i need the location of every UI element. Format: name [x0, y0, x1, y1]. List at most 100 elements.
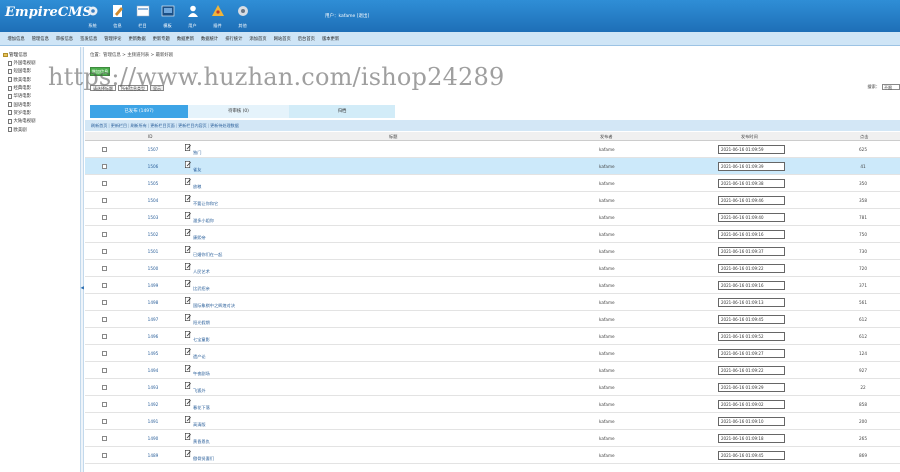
table-row[interactable]: 1489 傲骨贤妻们 kafame 2021-06-16 01:09:45 869: [85, 447, 900, 464]
sidebar-tree-item[interactable]: 欧美电影: [8, 76, 35, 84]
row-id[interactable]: 1499: [145, 277, 161, 294]
table-row[interactable]: 1494 午夜剧场 kafame 2021-06-16 01:09:22 927: [85, 362, 900, 379]
table-row[interactable]: 1503 潘多小姐你 kafame 2021-06-16 01:09:40 781: [85, 209, 900, 226]
row-title-link[interactable]: 七宝童影: [193, 337, 210, 343]
row-title-link[interactable]: 独门: [193, 150, 201, 156]
nav-item[interactable]: 管理信息: [32, 36, 49, 42]
column-author[interactable]: 发布者: [600, 132, 613, 141]
row-title-link[interactable]: 康熙帝: [193, 235, 206, 241]
nav-item[interactable]: 管理评论: [104, 36, 121, 42]
row-time-field[interactable]: 2021-06-16 01:09:46: [718, 196, 785, 205]
row-checkbox[interactable]: [102, 453, 107, 458]
table-row[interactable]: 1493 飞狐外 kafame 2021-06-16 01:09:29 22: [85, 379, 900, 396]
tree-root[interactable]: 管理信息: [3, 52, 27, 58]
row-checkbox[interactable]: [102, 147, 107, 152]
row-time-field[interactable]: 2021-06-16 01:09:22: [718, 366, 785, 375]
row-time-field[interactable]: 2021-06-16 01:09:45: [718, 315, 785, 324]
nav-item[interactable]: 更新数据: [128, 36, 145, 42]
table-row[interactable]: 1504 不要让你和它 kafame 2021-06-16 01:09:46 358: [85, 192, 900, 209]
row-title-link[interactable]: 阳光假期: [193, 320, 210, 326]
row-title-link[interactable]: 雀友: [193, 167, 201, 173]
sidebar-splitter[interactable]: [80, 47, 84, 472]
plugin-button[interactable]: 插件: [205, 2, 230, 30]
sidebar-tree-item[interactable]: 大陆电视剧: [8, 117, 35, 125]
row-id[interactable]: 1505: [145, 175, 161, 192]
row-title-link[interactable]: 黄昏恩仇: [193, 439, 210, 445]
subnav-update-pending[interactable]: 更新待处理数据: [210, 123, 239, 129]
table-row[interactable]: 1490 黄昏恩仇 kafame 2021-06-16 01:09:18 265: [85, 430, 900, 447]
row-id[interactable]: 1494: [145, 362, 161, 379]
row-checkbox[interactable]: [102, 249, 107, 254]
column-time[interactable]: 发布时间: [741, 132, 758, 141]
row-checkbox[interactable]: [102, 385, 107, 390]
table-row[interactable]: 1492 春花下落 kafame 2021-06-16 01:09:02 858: [85, 396, 900, 413]
nav-item[interactable]: 更新专题: [153, 36, 170, 42]
nav-item[interactable]: 增加信息: [8, 36, 25, 42]
sidebar-tree-item[interactable]: 欧美剧: [8, 125, 35, 133]
table-row[interactable]: 1495 遗产论 kafame 2021-06-16 01:09:27 124: [85, 345, 900, 362]
row-time-field[interactable]: 2021-06-16 01:09:18: [718, 434, 785, 443]
column-id[interactable]: ID: [148, 132, 152, 141]
logo[interactable]: EmpireCMS: [5, 6, 92, 30]
row-id[interactable]: 1502: [145, 226, 161, 243]
column-button[interactable]: 栏目: [130, 2, 155, 30]
row-time-field[interactable]: 2021-06-16 01:09:29: [718, 383, 785, 392]
table-row[interactable]: 1491 高清版 kafame 2021-06-16 01:09:10 200: [85, 413, 900, 430]
row-title-link[interactable]: 国际象棋中之辉煌对决: [193, 303, 235, 309]
collapse-arrow-icon[interactable]: ◀: [81, 286, 84, 291]
user-info[interactable]: 用户：kafame [退出]: [325, 13, 369, 19]
row-checkbox[interactable]: [102, 266, 107, 271]
row-id[interactable]: 1500: [145, 260, 161, 277]
row-time-field[interactable]: 2021-06-16 01:09:38: [718, 179, 785, 188]
row-title-link[interactable]: 飞狐外: [193, 388, 206, 394]
row-time-field[interactable]: 2021-06-16 01:09:37: [718, 247, 785, 256]
row-title-link[interactable]: 春花下落: [193, 405, 210, 411]
row-title-link[interactable]: 午夜剧场: [193, 371, 210, 377]
sidebar-tree-item[interactable]: 华语电影: [8, 92, 35, 100]
filter-go-button[interactable]: 显示: [150, 84, 164, 91]
row-id[interactable]: 1507: [145, 141, 161, 158]
row-title-link[interactable]: 潘多小姐你: [193, 218, 214, 224]
row-time-field[interactable]: 2021-06-16 01:09:52: [718, 332, 785, 341]
user-button[interactable]: 用户: [180, 2, 205, 30]
table-row[interactable]: 1497 阳光假期 kafame 2021-06-16 01:09:45 612: [85, 311, 900, 328]
system-button[interactable]: 系统: [80, 2, 105, 30]
tab-archive[interactable]: 归档: [289, 105, 395, 118]
table-row[interactable]: 1499 比武招亲 kafame 2021-06-16 01:09:16 371: [85, 277, 900, 294]
row-time-field[interactable]: 2021-06-16 01:09:22: [718, 264, 785, 273]
nav-item[interactable]: 审核信息: [56, 36, 73, 42]
row-id[interactable]: 1498: [145, 294, 161, 311]
row-title-link[interactable]: 高清版: [193, 422, 206, 428]
table-row[interactable]: 1496 七宝童影 kafame 2021-06-16 01:09:52 612: [85, 328, 900, 345]
row-time-field[interactable]: 2021-06-16 01:09:16: [718, 230, 785, 239]
row-checkbox[interactable]: [102, 164, 107, 169]
row-id[interactable]: 1506: [145, 158, 161, 175]
sidebar-tree-item[interactable]: 短国电影: [8, 67, 35, 75]
row-checkbox[interactable]: [102, 419, 107, 424]
search-select[interactable]: 不限: [882, 84, 900, 90]
row-checkbox[interactable]: [102, 232, 107, 237]
table-row[interactable]: 1498 国际象棋中之辉煌对决 kafame 2021-06-16 01:09:13 5…: [85, 294, 900, 311]
title-filter-select[interactable]: 请选择标题: [90, 84, 116, 91]
row-checkbox[interactable]: [102, 198, 107, 203]
row-time-field[interactable]: 2021-06-16 01:09:10: [718, 417, 785, 426]
table-row[interactable]: 1500 人民艺术 kafame 2021-06-16 01:09:22 720: [85, 260, 900, 277]
table-row[interactable]: 1507 独门 kafame 2021-06-16 01:09:59 625: [85, 141, 900, 158]
subnav-refresh-home[interactable]: 刷新首页: [91, 123, 107, 129]
row-time-field[interactable]: 2021-06-16 01:09:59: [718, 145, 785, 154]
row-checkbox[interactable]: [102, 181, 107, 186]
column-title[interactable]: 标题: [389, 132, 397, 141]
nav-item[interactable]: 网站首页: [274, 36, 291, 42]
row-id[interactable]: 1492: [145, 396, 161, 413]
row-id[interactable]: 1495: [145, 345, 161, 362]
row-id[interactable]: 1493: [145, 379, 161, 396]
row-title-link[interactable]: 比武招亲: [193, 286, 210, 292]
row-time-field[interactable]: 2021-06-16 01:09:02: [718, 400, 785, 409]
row-checkbox[interactable]: [102, 351, 107, 356]
row-time-field[interactable]: 2021-06-16 01:09:40: [718, 213, 785, 222]
add-info-button[interactable]: 增加信息: [90, 67, 110, 76]
table-row[interactable]: 1502 康熙帝 kafame 2021-06-16 01:09:16 750: [85, 226, 900, 243]
row-checkbox[interactable]: [102, 317, 107, 322]
tab-pending[interactable]: 待审核 (0): [188, 105, 289, 118]
row-title-link[interactable]: 遗产论: [193, 354, 206, 360]
